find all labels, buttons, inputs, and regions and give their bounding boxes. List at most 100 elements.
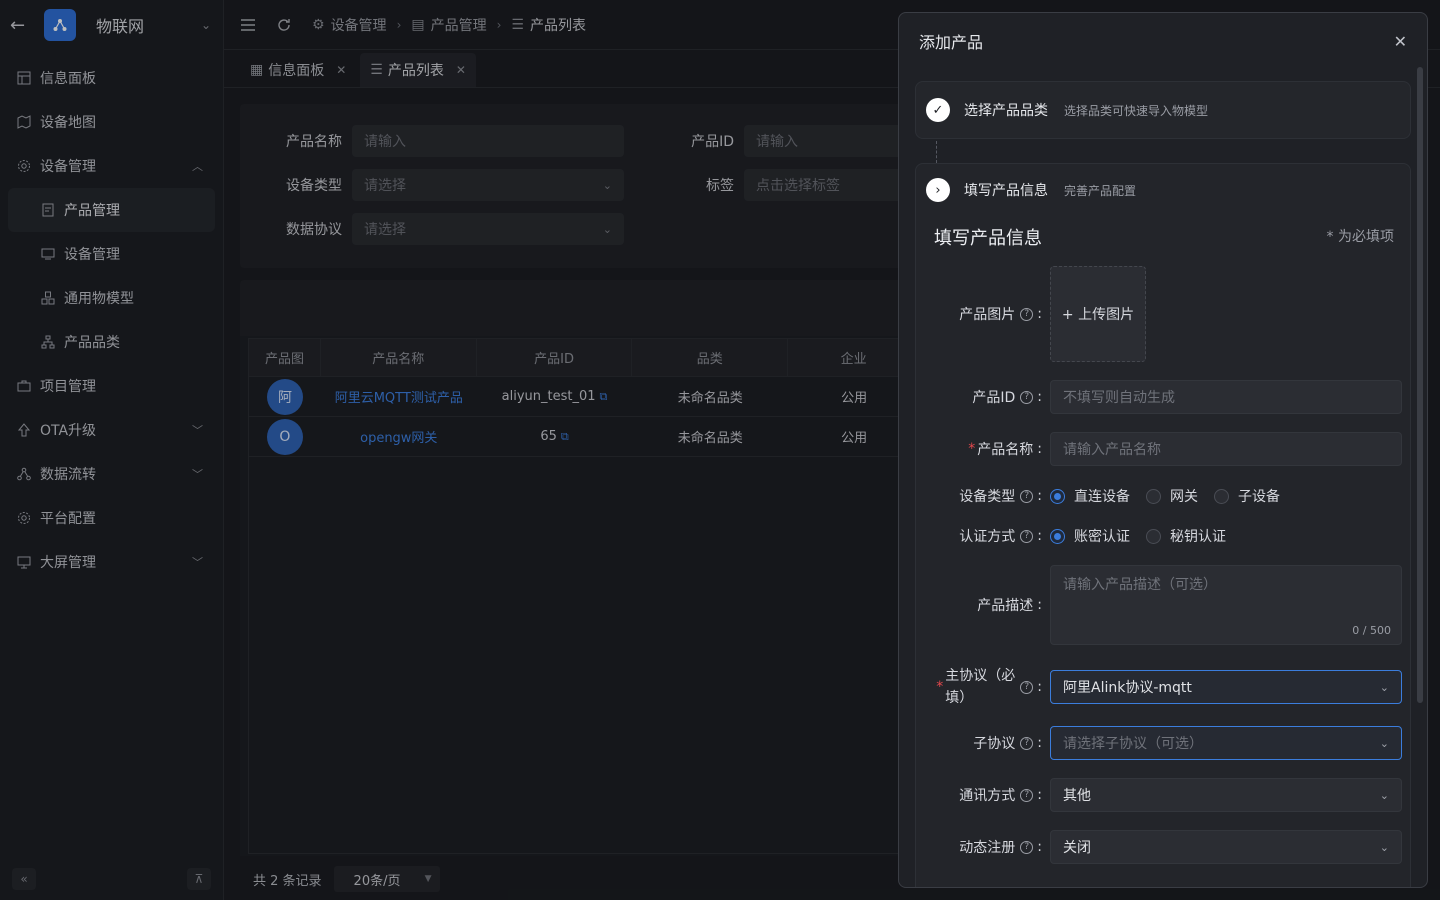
help-icon[interactable]: ?: [1020, 489, 1034, 503]
upload-image-button[interactable]: + 上传图片: [1050, 266, 1146, 362]
form-row-image: 产品图片?: + 上传图片: [916, 266, 1412, 362]
form-control: 关闭 ⌄: [1050, 830, 1402, 864]
form-label: * 产品名称:: [916, 439, 1042, 459]
label-line: 填）: [945, 690, 974, 706]
main-protocol-select[interactable]: 阿里Alink协议-mqtt ⌄: [1050, 670, 1402, 704]
form-control: 不填写则自动生成: [1050, 380, 1402, 414]
radio-label: 秘钥认证: [1170, 529, 1226, 545]
form-control: 请输入产品名称: [1050, 432, 1402, 466]
label-colon: :: [1037, 735, 1042, 751]
select-value: 其他: [1063, 788, 1091, 804]
label-text: 产品名称: [977, 442, 1034, 458]
input-placeholder: 请选择子协议（可选）: [1063, 736, 1203, 752]
chevron-right-icon: ›: [926, 178, 950, 202]
form-label: 产品ID?:: [916, 387, 1042, 407]
radio-password-auth[interactable]: 账密认证: [1050, 526, 1130, 546]
form-label: 设备类型?:: [916, 486, 1042, 506]
form-label: 动态注册?:: [916, 837, 1042, 857]
product-name-field[interactable]: 请输入产品名称: [1050, 432, 1402, 466]
label-colon: :: [1037, 787, 1042, 803]
drawer-title: 添加产品: [919, 33, 984, 52]
radio-icon: [1146, 488, 1161, 504]
label-colon: :: [1037, 597, 1042, 613]
label-text: 认证方式: [959, 529, 1016, 545]
radio-label: 子设备: [1238, 489, 1280, 505]
drawer-header: 添加产品 ✕: [899, 13, 1427, 69]
label-colon: :: [1037, 389, 1042, 405]
step-select-category[interactable]: ✓ 选择产品品类 选择品类可快速导入物模型: [915, 81, 1411, 139]
chevron-down-icon: ⌄: [1379, 840, 1389, 854]
label-colon: :: [1037, 306, 1042, 322]
form-row-product-id: 产品ID?: 不填写则自动生成: [916, 380, 1412, 414]
label-text: 动态注册: [959, 840, 1016, 856]
label-text: 产品ID: [972, 390, 1016, 406]
radio-gateway[interactable]: 网关: [1146, 486, 1198, 506]
radio-icon: [1214, 488, 1229, 504]
step-fill-info: › 填写产品信息 完善产品配置 填写产品信息 * 为必填项 产品图片?: + 上…: [915, 163, 1412, 887]
label-colon: :: [1037, 528, 1042, 544]
form-control: 请输入产品描述（可选） 0 / 500: [1050, 565, 1402, 645]
comm-method-select[interactable]: 其他 ⌄: [1050, 778, 1402, 812]
radio-label: 直连设备: [1074, 489, 1130, 505]
help-icon[interactable]: ?: [1020, 529, 1034, 543]
char-counter: 0 / 500: [1352, 624, 1391, 637]
sub-protocol-select[interactable]: 请选择子协议（可选） ⌄: [1050, 726, 1402, 760]
input-placeholder: 请输入产品描述（可选）: [1063, 577, 1217, 593]
help-icon[interactable]: ?: [1020, 788, 1034, 802]
label-text: 设备类型: [959, 489, 1016, 505]
form-row-main-protocol: * 主协议（必 填） ?: 阿里Alink协议-mqtt ⌄: [916, 664, 1412, 710]
check-icon: ✓: [926, 98, 950, 122]
label-colon: :: [1037, 839, 1042, 855]
form-label: 子协议?:: [916, 733, 1042, 753]
close-icon[interactable]: ✕: [1394, 32, 1407, 51]
input-placeholder: 请输入产品名称: [1063, 442, 1161, 458]
form-row-auth-method: 认证方式?: 账密认证 秘钥认证: [916, 524, 1412, 548]
form-control: 阿里Alink协议-mqtt ⌄: [1050, 670, 1402, 704]
label-text: 通讯方式: [959, 788, 1016, 804]
form-label: 通讯方式?:: [916, 785, 1042, 805]
required-mark: *: [968, 441, 976, 457]
form-row-product-name: * 产品名称: 请输入产品名称: [916, 432, 1412, 466]
step-description: 选择品类可快速导入物模型: [1064, 103, 1209, 118]
label-colon: :: [1037, 679, 1042, 695]
form-row-description: 产品描述: 请输入产品描述（可选） 0 / 500: [916, 565, 1412, 645]
help-icon[interactable]: ?: [1020, 307, 1034, 321]
label-text: 产品描述: [977, 598, 1034, 614]
chevron-down-icon: ⌄: [1379, 680, 1389, 694]
product-id-field[interactable]: 不填写则自动生成: [1050, 380, 1402, 414]
label-colon: :: [1037, 488, 1042, 504]
radio-sub-device[interactable]: 子设备: [1214, 486, 1280, 506]
help-icon[interactable]: ?: [1020, 736, 1034, 750]
form-label: 认证方式?:: [916, 526, 1042, 546]
auth-method-radio-group: 账密认证 秘钥认证: [1050, 526, 1242, 546]
step-connector: [936, 141, 937, 163]
radio-secret-auth[interactable]: 秘钥认证: [1146, 526, 1226, 546]
form-label: 产品图片?:: [916, 304, 1042, 324]
radio-selected-icon: [1050, 528, 1065, 544]
radio-selected-icon: [1050, 488, 1065, 504]
device-type-radio-group: 直连设备 网关 子设备: [1050, 486, 1296, 506]
help-icon[interactable]: ?: [1020, 680, 1034, 694]
radio-direct-device[interactable]: 直连设备: [1050, 486, 1130, 506]
dynamic-registration-select[interactable]: 关闭 ⌄: [1050, 830, 1402, 864]
radio-icon: [1146, 528, 1161, 544]
step-title: 填写产品信息: [964, 183, 1048, 199]
form-label: 产品描述:: [916, 595, 1042, 615]
step-header: › 填写产品信息 完善产品配置: [926, 178, 1136, 202]
help-icon[interactable]: ?: [1020, 390, 1034, 404]
scrollbar[interactable]: [1417, 67, 1423, 703]
section-title: 填写产品信息: [934, 228, 1042, 249]
label-text: 主协议（必 填）: [945, 665, 1015, 709]
chevron-down-icon: ⌄: [1379, 788, 1389, 802]
radio-label: 网关: [1170, 489, 1198, 505]
required-mark: *: [936, 679, 944, 695]
label-text: 子协议: [973, 736, 1016, 752]
required-note: * 为必填项: [1326, 229, 1394, 245]
help-icon[interactable]: ?: [1020, 840, 1034, 854]
description-textarea[interactable]: 请输入产品描述（可选） 0 / 500: [1050, 565, 1402, 645]
form-row-sub-protocol: 子协议?: 请选择子协议（可选） ⌄: [916, 726, 1412, 760]
step-title: 选择产品品类: [964, 103, 1048, 119]
label-line: 主协议（必: [945, 668, 1016, 684]
form-label: * 主协议（必 填） ?:: [916, 665, 1042, 709]
form-control: 其他 ⌄: [1050, 778, 1402, 812]
